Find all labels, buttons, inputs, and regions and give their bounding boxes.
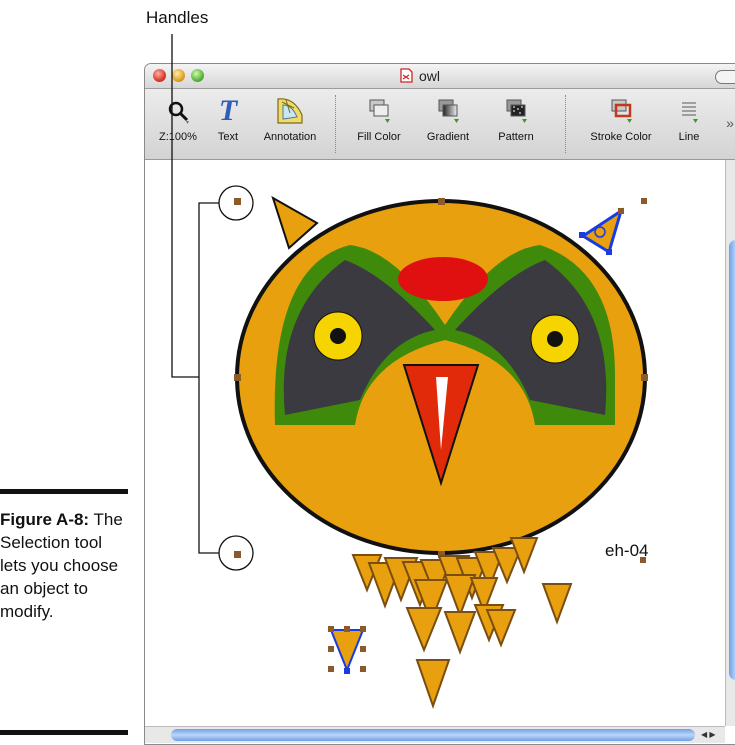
callout-circle-bottom bbox=[218, 535, 254, 571]
callout-circle-top bbox=[218, 185, 254, 221]
callout-lines bbox=[171, 34, 254, 571]
